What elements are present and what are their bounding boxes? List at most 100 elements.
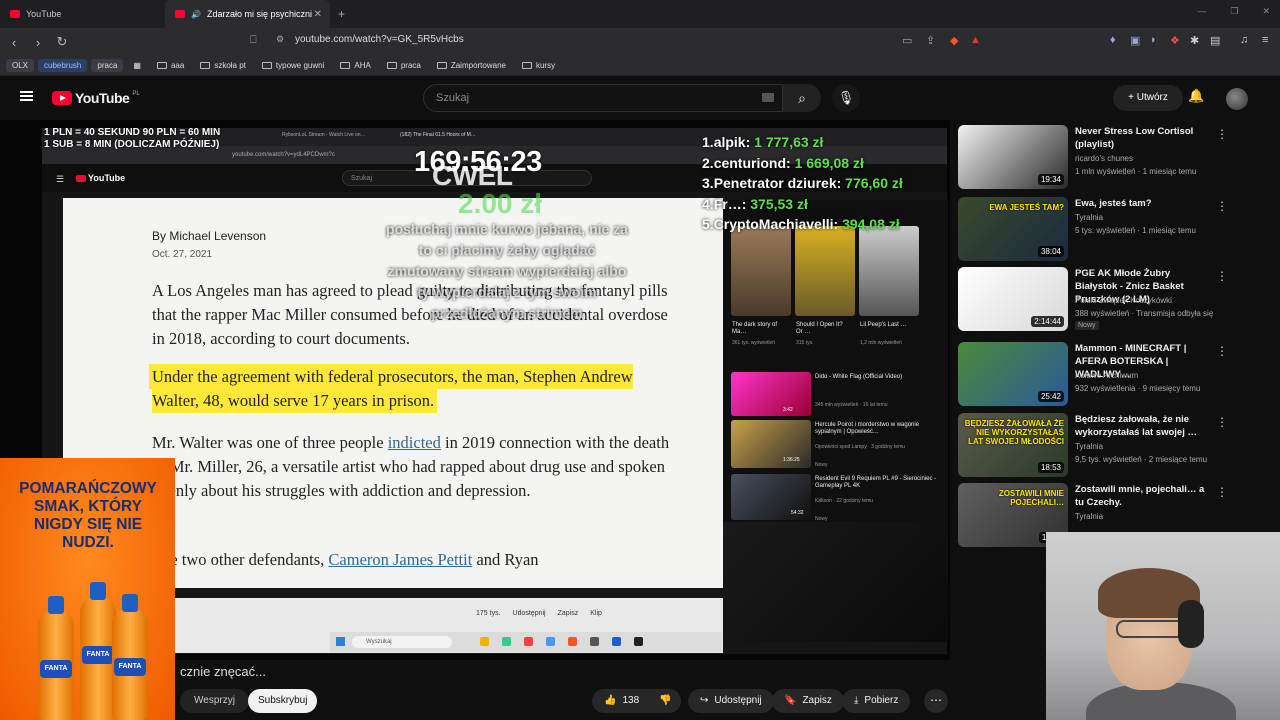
recommendation-item[interactable]: 2:14:44 PGE AK Młode Żubry Białystok - Zn… [958, 267, 1258, 333]
bookmark-folder[interactable]: kursy [516, 59, 561, 72]
channel-name[interactable]: Kulawe Archiwum [1075, 371, 1138, 380]
app-icon [634, 637, 643, 646]
back-icon[interactable]: ‹ [4, 35, 24, 50]
bookmark-cubebrush[interactable]: cubebrush [38, 59, 88, 72]
brave-shield-icon[interactable]: ◆ [950, 34, 958, 47]
extensions-puzzle-icon[interactable]: ✱ [1190, 34, 1199, 47]
more-options-icon[interactable]: ⋮ [1216, 485, 1228, 499]
bottle-image: FANTA [80, 582, 116, 720]
bookmark-folder[interactable]: AHA [334, 59, 376, 72]
extension-icon[interactable]: ❖ [1170, 34, 1180, 47]
channel-name[interactable]: Polski Związek Koszykówki [1075, 296, 1172, 305]
share-icon[interactable]: ⇪ [926, 34, 935, 47]
close-tab-icon[interactable]: ✕ [314, 9, 322, 20]
menu-icon[interactable]: ≡ [1262, 34, 1268, 46]
more-options-icon[interactable]: ⋮ [1216, 344, 1228, 358]
cast-icon[interactable]: ▭ [902, 34, 912, 47]
youtube-wordmark: YouTube [75, 90, 130, 106]
more-actions-icon[interactable]: ⋯ [924, 689, 948, 713]
bookmark-folder[interactable]: aaa [151, 59, 190, 72]
hamburger-menu-icon[interactable] [20, 91, 33, 101]
inner-tab: (182) The Final 61.5 Hours of M… [400, 132, 476, 138]
forward-icon[interactable]: › [28, 35, 48, 50]
notifications-bell-icon[interactable]: 🔔 [1188, 88, 1204, 104]
create-button[interactable]: + Utwórz [1113, 85, 1183, 111]
hamburger-menu-icon: ☰ [56, 174, 65, 184]
recommendation-item[interactable]: 25:42 Mammon - MINECRAFT | AFERA BOTERSKA… [958, 342, 1258, 408]
channel-name[interactable]: ricardo's chunes [1075, 154, 1133, 163]
amount: 776,60 zł [845, 175, 903, 191]
keyboard-icon[interactable] [762, 93, 774, 102]
inner-like-count: 175 tys. [476, 610, 501, 617]
recommendation-item[interactable]: 38:04 EWA JESTEŚ TAM? Ewa, jesteś tam? Tyra… [958, 197, 1258, 263]
site-info-icon[interactable]: ⚙ [276, 34, 284, 45]
bookmark-praca[interactable]: praca [91, 59, 124, 72]
more-options-icon[interactable]: ⋮ [1216, 199, 1228, 213]
save-button[interactable]: 🔖 Zapisz [772, 689, 844, 713]
like-count[interactable]: 138 [622, 689, 639, 713]
url-field[interactable]: youtube.com/watch?v=GK_5R5vHcbs [295, 34, 464, 45]
sidebar-icon[interactable]: ▤ [1210, 34, 1220, 47]
video-thumbnail[interactable]: 38:04 EWA JESTEŚ TAM? [958, 197, 1068, 261]
inner-thumbnail [795, 226, 855, 316]
more-options-icon[interactable]: ⋮ [1216, 127, 1228, 141]
video-title[interactable]: Będziesz żałowała, że nie wykorzystałaś … [1075, 413, 1213, 439]
webcam-headset [1178, 600, 1204, 648]
bookmark-folder[interactable]: typowe guwni [256, 59, 330, 72]
video-title[interactable]: Zostawili mnie, pojechali… a tu Czechy. [1075, 483, 1213, 509]
youtube-logo[interactable]: YouTube PL [52, 90, 140, 106]
share-button[interactable]: ↪ Udostępnij [688, 689, 774, 713]
bookmark-icon[interactable]: ⎕ [250, 34, 257, 47]
reload-icon[interactable]: ↻ [52, 34, 72, 50]
extension-icon[interactable]: ▣ [1130, 34, 1140, 47]
text: and Ryan [472, 550, 539, 569]
donation-amount: 2.00 zł [458, 188, 543, 219]
browser-tab-youtube[interactable]: YouTube [0, 0, 165, 28]
video-title[interactable]: Ewa, jesteś tam? [1075, 197, 1213, 210]
recommendation-item[interactable]: 18:53 BĘDZIESZ ŻAŁOWAŁA ŻE NIE WYKORZYSTA… [958, 413, 1258, 479]
extension-icon[interactable]: ◗ [1150, 34, 1157, 46]
highlight: Under the agreement with federal prosecu… [152, 367, 633, 410]
amount: 394,08 zł [842, 216, 900, 232]
share-icon: ↪ [700, 695, 709, 706]
more-options-icon[interactable]: ⋮ [1216, 269, 1228, 283]
subscribe-button[interactable]: Subskrybuj [248, 689, 318, 713]
search-input[interactable]: Szukaj [423, 84, 783, 112]
close-window-icon[interactable]: ✕ [1262, 6, 1270, 17]
search-button[interactable]: ⌕ [783, 84, 821, 112]
thumbs-down-icon[interactable]: 👎 [659, 689, 671, 713]
bottle-image: FANTA [38, 596, 74, 720]
apps-grid-icon[interactable]: ▦ [127, 59, 147, 72]
extension-icon[interactable]: ♦ [1110, 34, 1116, 46]
browser-tab-video[interactable]: 🔊 Zdarzało mi się psychicznie z… ✕ [165, 0, 330, 28]
restore-icon[interactable]: ❐ [1230, 6, 1238, 17]
channel-name[interactable]: Tyralnia [1075, 442, 1103, 451]
youtube-favicon-icon [10, 10, 20, 18]
bookmark-folder[interactable]: praca [381, 59, 427, 72]
account-avatar[interactable] [1226, 88, 1248, 110]
brave-rewards-icon[interactable]: ▲ [970, 34, 981, 46]
media-icon[interactable]: ♫ [1240, 34, 1248, 46]
video-thumbnail[interactable]: 25:42 [958, 342, 1068, 406]
video-thumbnail[interactable]: 2:14:44 [958, 267, 1068, 331]
bookmark-folder[interactable]: Zaimportowane [431, 59, 512, 72]
download-button[interactable]: ⤓ Pobierz [842, 689, 911, 713]
channel-name[interactable]: Tyralnia [1075, 213, 1103, 222]
video-thumbnail[interactable]: 19:34 [958, 125, 1068, 189]
video-title[interactable]: Never Stress Low Cortisol (playlist) [1075, 125, 1213, 151]
support-button[interactable]: Wesprzyj [180, 689, 249, 713]
thumbs-up-icon[interactable]: 👍 [604, 689, 616, 713]
bookmark-olx[interactable]: OLX [6, 59, 35, 72]
recommendation-item[interactable]: 19:34 Never Stress Low Cortisol (playlist… [958, 125, 1258, 191]
bookmark-folder[interactable]: szkoła pt [194, 59, 252, 72]
fanta-ad[interactable]: POMARAŃCZOWY SMAK, KTÓRY NIGDY SIĘ NIE N… [0, 458, 175, 720]
voice-search-button[interactable]: 🎙 [832, 84, 860, 112]
bookmarks-bar: OLX cubebrush praca ▦ aaa szkoła pt typo… [0, 56, 1280, 76]
video-thumbnail[interactable]: 18:53 BĘDZIESZ ŻAŁOWAŁA ŻE NIE WYKORZYSTA… [958, 413, 1068, 477]
channel-name[interactable]: Tyralnia [1075, 512, 1103, 521]
video-meta: 1 mln wyświetleń · 1 miesiąc temu [1075, 167, 1197, 176]
more-options-icon[interactable]: ⋮ [1216, 415, 1228, 429]
duration-badge: 19:34 [1037, 174, 1064, 185]
minimize-icon[interactable]: — [1197, 6, 1206, 17]
new-tab-icon[interactable]: + [338, 7, 345, 21]
